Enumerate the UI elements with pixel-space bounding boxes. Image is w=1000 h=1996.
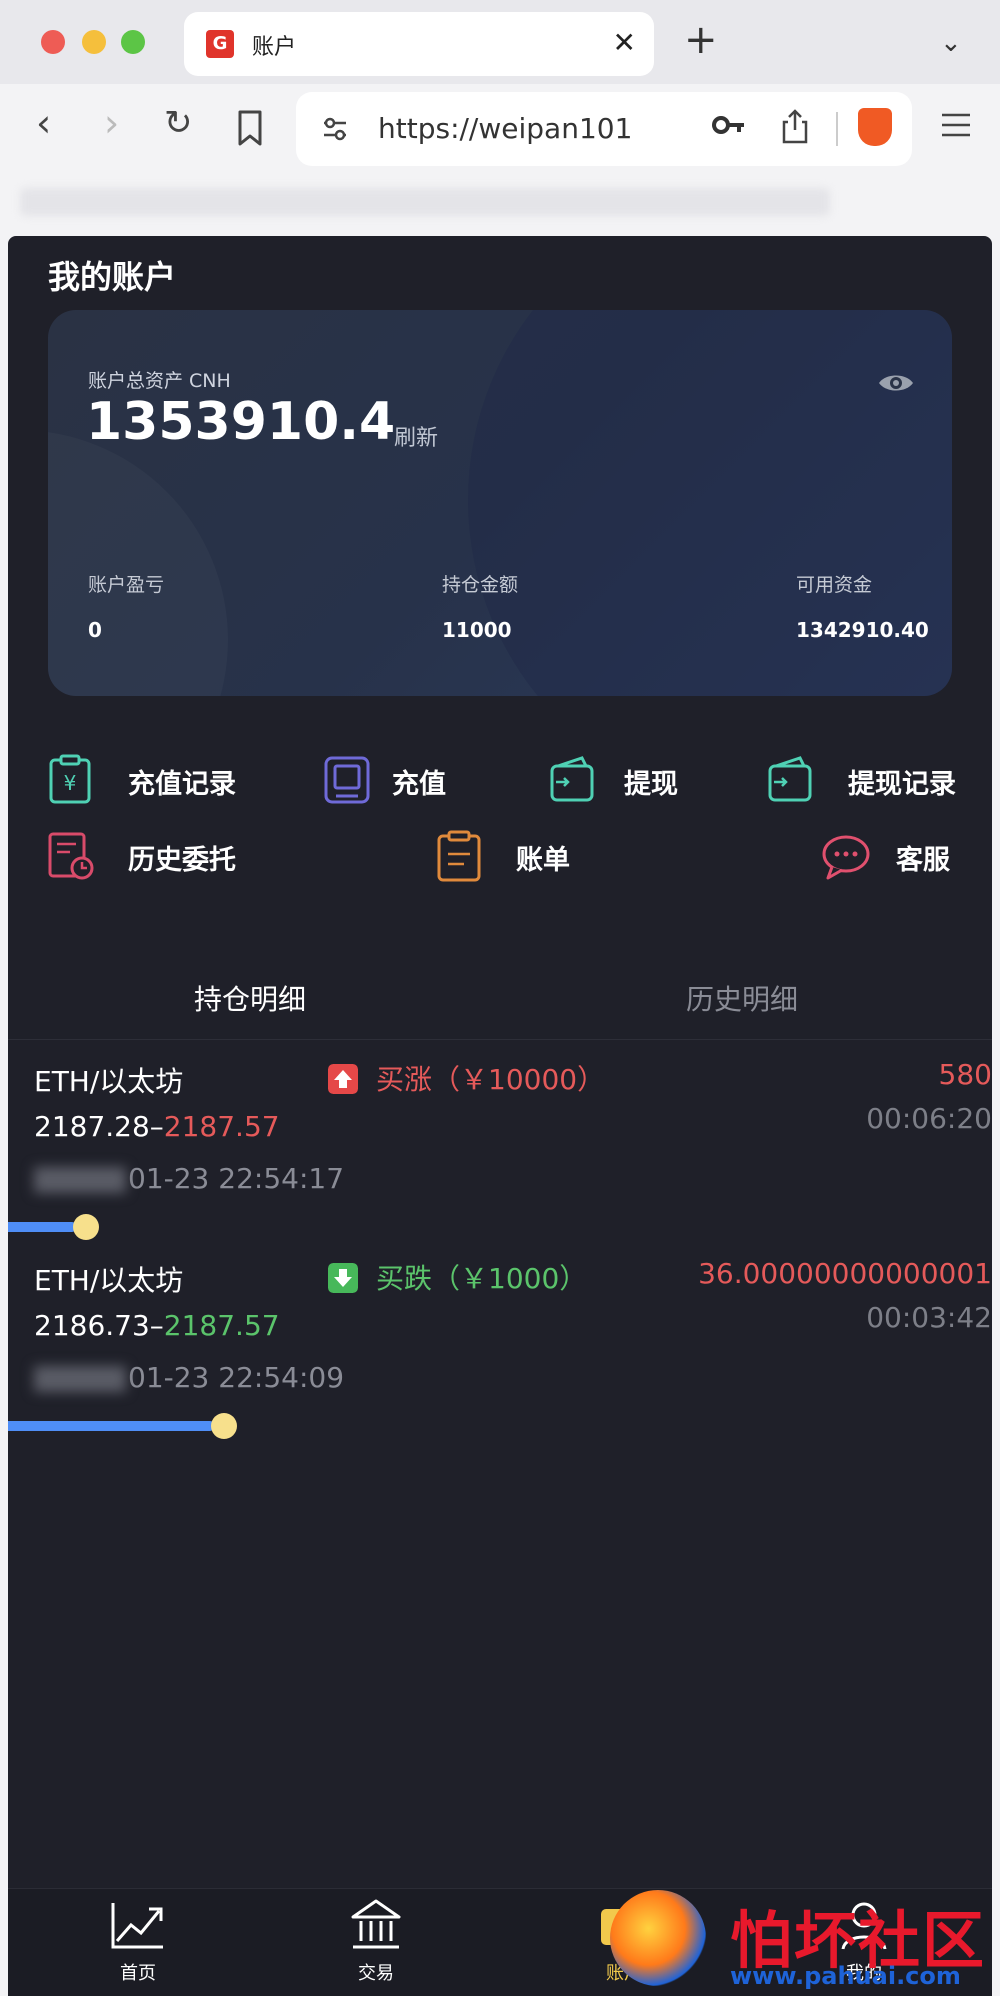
withdraw-label: 提现: [624, 769, 678, 800]
site-watermark: 怕坏社区 www.pahuai.com: [610, 1884, 1000, 1996]
blurred-date: [34, 1366, 126, 1392]
browser-tab[interactable]: G 账户 ✕: [184, 12, 654, 76]
password-key-icon[interactable]: [712, 110, 746, 140]
history-orders-label: 历史委托: [128, 845, 236, 876]
asset-summary-card: 账户总资产 CNH 1353910.4 刷新 账户盈亏 0 持仓金额 11000…: [48, 310, 952, 696]
position-amount-value: 11000: [442, 618, 512, 642]
zoom-window-button[interactable]: [121, 30, 145, 54]
browser-tab-bar: G 账户 ✕ + ⌄: [0, 0, 1000, 84]
watermark-url: www.pahuai.com: [730, 1962, 961, 1990]
position-prices: 2187.28–2187.57: [34, 1110, 280, 1143]
site-settings-icon[interactable]: [320, 114, 350, 144]
deposit-label: 充值: [392, 769, 446, 800]
deposit-record-label: 充值记录: [128, 769, 236, 800]
nav-home[interactable]: 首页: [78, 1897, 198, 1985]
available-funds-value: 1342910.40: [796, 618, 929, 642]
position-item[interactable]: ETH/以太坊 买涨（￥10000） 580 00:06:20 2187.28–…: [8, 1044, 992, 1244]
blurred-area: [20, 188, 830, 216]
history-orders-icon: [48, 832, 94, 880]
position-timer: 00:03:42: [866, 1301, 992, 1334]
withdraw-record-icon: [768, 756, 812, 802]
page-title: 我的账户: [48, 258, 177, 296]
account-page: 我的账户 账户总资产 CNH 1353910.4 刷新 账户盈亏 0 持仓金额 …: [8, 236, 992, 1996]
watermark-logo-icon: [610, 1890, 706, 1986]
customer-service-button[interactable]: 客服: [822, 826, 962, 886]
deposit-record-button[interactable]: ¥ 充值记录: [46, 750, 236, 810]
refresh-button[interactable]: 刷新: [394, 420, 438, 452]
account-pnl-value: 0: [88, 618, 102, 642]
customer-service-icon: [822, 835, 870, 880]
current-price: 2187.57: [163, 1309, 280, 1342]
position-progress-bar: [8, 1421, 215, 1431]
position-item[interactable]: ETH/以太坊 买跌（￥1000） 36.00000000000001 00:0…: [8, 1243, 992, 1443]
deposit-button[interactable]: 充值: [322, 750, 452, 810]
buy-down-icon: [328, 1263, 358, 1293]
position-progress-knob: [73, 1214, 99, 1240]
open-price: 2186.73–: [34, 1309, 164, 1342]
close-window-button[interactable]: [41, 30, 65, 54]
nav-home-label: 首页: [120, 1963, 156, 1984]
site-favicon-icon: G: [206, 30, 234, 58]
position-open-time: 01-23 22:54:17: [34, 1162, 344, 1195]
history-orders-button[interactable]: 历史委托: [46, 826, 236, 886]
position-pnl: 36.00000000000001: [698, 1257, 992, 1290]
tab-title: 账户: [252, 35, 297, 60]
withdraw-record-button[interactable]: 提现记录: [766, 750, 966, 810]
tab-history[interactable]: 历史明细: [686, 978, 798, 1018]
bill-label: 账单: [516, 845, 570, 876]
browser-toolbar: ‹ › ↻ https://weipan101: [0, 84, 1000, 176]
position-pnl: 580: [938, 1058, 992, 1091]
actions-row: ¥ 充值记录 充值 提现 提现记录: [8, 750, 992, 810]
withdraw-record-label: 提现记录: [848, 769, 956, 800]
current-price: 2187.57: [163, 1110, 280, 1143]
menu-icon[interactable]: [940, 110, 972, 140]
position-progress-knob: [211, 1413, 237, 1439]
withdraw-button[interactable]: 提现: [548, 750, 678, 810]
chart-trend-icon: [111, 1903, 163, 1949]
eye-icon[interactable]: [878, 372, 914, 394]
nav-trade-label: 交易: [358, 1963, 394, 1984]
address-bar[interactable]: https://weipan101: [296, 92, 912, 166]
blurred-date: [34, 1167, 126, 1193]
position-timer: 00:06:20: [866, 1102, 992, 1135]
position-open-time: 01-23 22:54:09: [34, 1361, 344, 1394]
share-icon[interactable]: [780, 108, 810, 144]
account-pnl-label: 账户盈亏: [88, 574, 165, 596]
tab-positions[interactable]: 持仓明细: [194, 978, 306, 1018]
withdraw-icon: [550, 756, 594, 802]
position-prices: 2186.73–2187.57: [34, 1309, 280, 1342]
deposit-record-icon: ¥: [49, 754, 91, 804]
deposit-icon: [324, 756, 370, 804]
customer-service-label: 客服: [896, 845, 950, 876]
total-assets-value: 1353910.4: [86, 392, 396, 452]
bank-icon: [351, 1899, 401, 1949]
tab-list-chevron-icon[interactable]: ⌄: [940, 28, 962, 58]
actions-row: 历史委托 账单 客服: [8, 826, 992, 886]
position-asset: ETH/以太坊: [34, 1264, 184, 1297]
available-funds-label: 可用资金: [796, 574, 873, 596]
tab-close-icon[interactable]: ✕: [613, 26, 636, 59]
buy-up-icon: [328, 1064, 358, 1094]
url-divider: [836, 112, 838, 146]
brave-shields-icon[interactable]: [858, 108, 892, 146]
forward-button[interactable]: ›: [104, 104, 119, 142]
detail-tabs: 持仓明细 历史明细: [8, 956, 992, 1040]
reload-button[interactable]: ↻: [164, 106, 193, 140]
position-direction: 买跌（￥1000）: [376, 1262, 588, 1295]
minimize-window-button[interactable]: [82, 30, 106, 54]
position-amount-label: 持仓金额: [442, 574, 519, 596]
position-asset: ETH/以太坊: [34, 1065, 184, 1098]
bill-button[interactable]: 账单: [434, 826, 570, 886]
bill-icon: [437, 830, 481, 882]
svg-text:¥: ¥: [64, 771, 77, 795]
back-button[interactable]: ‹: [36, 104, 51, 142]
new-tab-button[interactable]: +: [684, 20, 718, 60]
url-text[interactable]: https://weipan101: [378, 112, 632, 145]
bookmark-icon[interactable]: [236, 110, 264, 146]
open-price: 2187.28–: [34, 1110, 164, 1143]
position-progress-bar: [8, 1222, 77, 1232]
nav-trade[interactable]: 交易: [316, 1897, 436, 1985]
position-direction: 买涨（￥10000）: [376, 1063, 606, 1096]
total-assets-label: 账户总资产 CNH: [88, 370, 231, 392]
